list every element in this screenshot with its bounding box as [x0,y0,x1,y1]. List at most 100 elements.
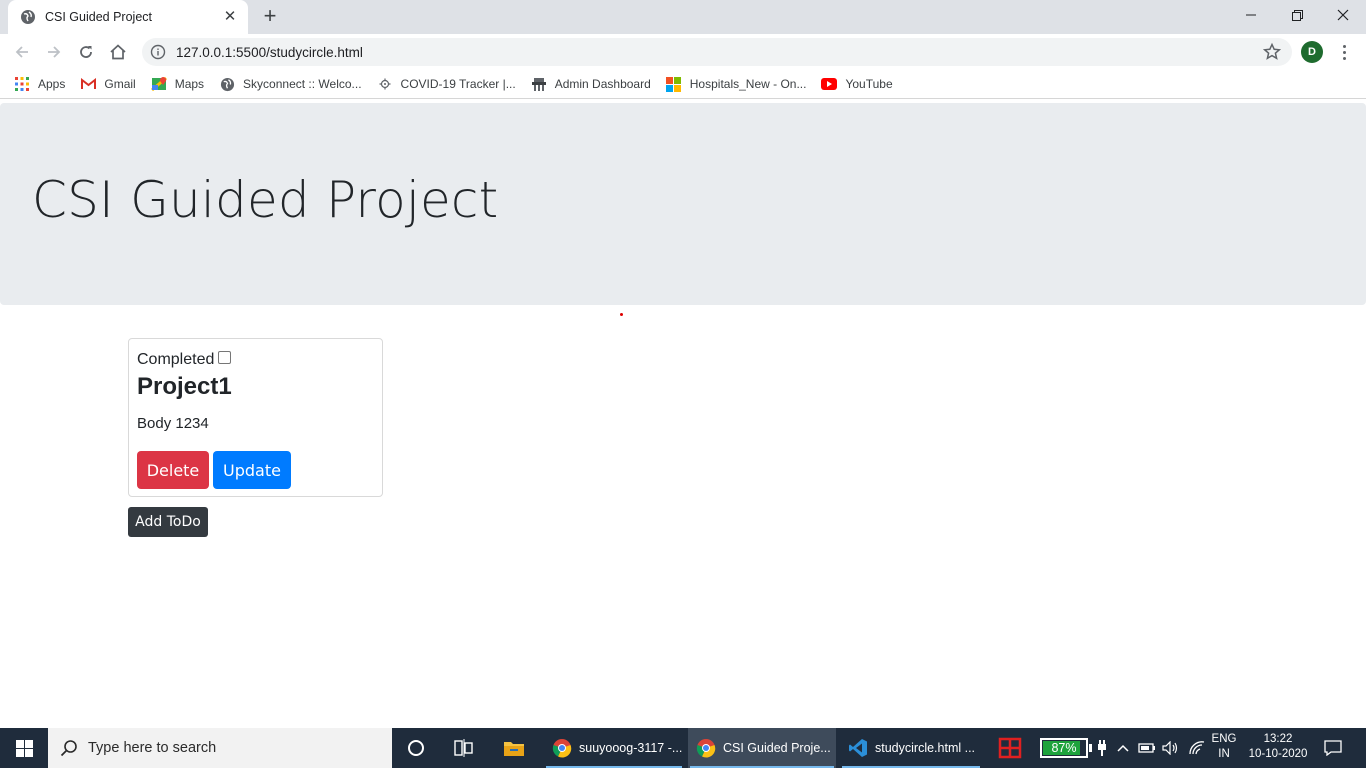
file-explorer-button[interactable] [494,728,534,768]
action-center-button[interactable] [1318,728,1348,768]
bookmark-youtube[interactable]: YouTube [821,76,893,92]
completed-row: Completed [137,350,232,369]
home-button[interactable] [106,40,130,64]
bookmark-star-icon[interactable] [1262,42,1282,62]
bookmarks-bar: Apps Gmail Maps Skyconnect :: Welco... C… [0,70,1366,99]
browser-toolbar: 127.0.0.1:5500/studycircle.html D [0,34,1366,70]
bookmark-skyconnect[interactable]: Skyconnect :: Welco... [219,76,362,92]
home-icon [110,44,126,60]
jumbotron: CSI Guided Project [0,103,1366,305]
minimize-button[interactable] [1228,0,1274,30]
taskbar-app-vscode[interactable]: studycircle.html ... [840,728,982,768]
show-hidden-icons-button[interactable] [1114,728,1132,768]
notification-icon [1324,740,1342,756]
grid-app-icon [998,737,1022,759]
red-dot [620,313,623,316]
browser-tab-strip: CSI Guided Project ✕ + [0,0,1366,34]
close-window-button[interactable] [1320,0,1366,30]
bookmark-admin-dashboard[interactable]: Admin Dashboard [531,76,651,92]
todo-body: Body 1234 [137,415,209,432]
folder-icon [504,742,524,756]
address-bar[interactable]: 127.0.0.1:5500/studycircle.html [142,38,1292,66]
bookmark-label: COVID-19 Tracker |... [400,77,516,91]
clock-time: 13:22 [1263,733,1293,745]
battery-percent: 87% [1051,741,1077,755]
power-plug-icon[interactable] [1094,728,1110,768]
minimize-icon [1246,14,1256,16]
bookmark-label: Hospitals_New - On... [689,77,807,91]
windows-logo-icon [15,739,33,757]
profile-avatar[interactable]: D [1301,41,1323,63]
taskbar-app-chrome-1[interactable]: suuyooog-3117 -... [544,728,684,768]
bookmark-gmail[interactable]: Gmail [80,76,136,92]
speaker-icon [1162,741,1178,755]
bookmark-label: Gmail [104,77,136,91]
chrome-icon [696,739,716,758]
wifi-icon [1189,741,1205,755]
language-code: ENG [1211,733,1237,745]
youtube-icon [821,76,838,92]
bookmark-label: Apps [38,77,66,91]
new-tab-button[interactable]: + [258,5,282,28]
browser-menu-icon[interactable] [1334,42,1354,62]
taskbar-app-label: studycircle.html ... [875,741,976,755]
reload-button[interactable] [74,40,98,64]
task-view-icon [454,739,473,757]
forward-button[interactable] [42,40,66,64]
globe-icon [219,76,235,92]
bookmark-hospitals[interactable]: Hospitals_New - On... [666,76,807,92]
taskbar-app-chrome-2[interactable]: CSI Guided Proje... [688,728,836,768]
cortana-button[interactable] [398,728,434,768]
battery-status-icon[interactable] [1136,728,1158,768]
admin-icon [531,76,547,92]
restore-icon [1291,9,1303,21]
taskbar-app-label: suuyooog-3117 -... [579,741,683,755]
redhat-tray-button[interactable] [994,728,1026,768]
restore-button[interactable] [1274,0,1320,30]
bookmark-apps[interactable]: Apps [14,76,65,92]
delete-button[interactable]: Delete [137,451,209,489]
region-code: IN [1218,748,1230,760]
completed-checkbox[interactable] [218,350,232,364]
chrome-icon [552,739,572,758]
search-icon [60,740,77,757]
volume-button[interactable] [1160,728,1182,768]
tab-title: CSI Guided Project [45,10,152,24]
add-todo-button[interactable]: Add ToDo [128,507,208,537]
update-button[interactable]: Update [213,451,291,489]
back-button[interactable] [10,40,34,64]
battery-indicator[interactable]: 87% [1040,738,1092,758]
info-icon[interactable] [150,44,166,60]
close-icon [1337,9,1349,21]
bookmark-covid-tracker[interactable]: COVID-19 Tracker |... [377,76,516,92]
cortana-icon [408,740,424,756]
network-button[interactable] [1186,728,1208,768]
todo-card: Completed Project1 Body 1234 Delete Upda… [128,338,383,497]
globe-icon [21,10,35,24]
browser-tab[interactable]: CSI Guided Project ✕ [8,0,248,34]
windows-taskbar: Type here to search suuyooog-3117 -... C… [0,728,1366,768]
clock-date: 10-10-2020 [1248,748,1308,760]
battery-nub [1089,744,1092,752]
close-tab-icon[interactable]: ✕ [222,9,238,25]
forward-arrow-icon [48,46,61,58]
bookmark-label: Admin Dashboard [554,77,651,91]
bookmark-maps[interactable]: Maps [150,76,204,92]
page-title: CSI Guided Project [32,171,499,229]
url-text[interactable]: 127.0.0.1:5500/studycircle.html [176,45,1262,60]
apps-grid-icon [14,76,30,92]
task-view-button[interactable] [446,728,482,768]
taskbar-search-box[interactable]: Type here to search [48,728,392,768]
back-arrow-icon [15,46,28,58]
language-indicator[interactable]: ENG IN [1208,732,1240,762]
bookmark-label: YouTube [845,77,893,91]
todo-title: Project1 [137,373,232,400]
clock[interactable]: 13:22 10-10-2020 [1244,732,1312,762]
gmail-icon [80,76,96,92]
maps-icon [150,76,167,92]
reload-icon [80,46,92,58]
chevron-up-icon [1117,744,1129,752]
start-button[interactable] [0,728,48,768]
vscode-icon [849,739,867,757]
search-placeholder: Type here to search [88,740,217,756]
